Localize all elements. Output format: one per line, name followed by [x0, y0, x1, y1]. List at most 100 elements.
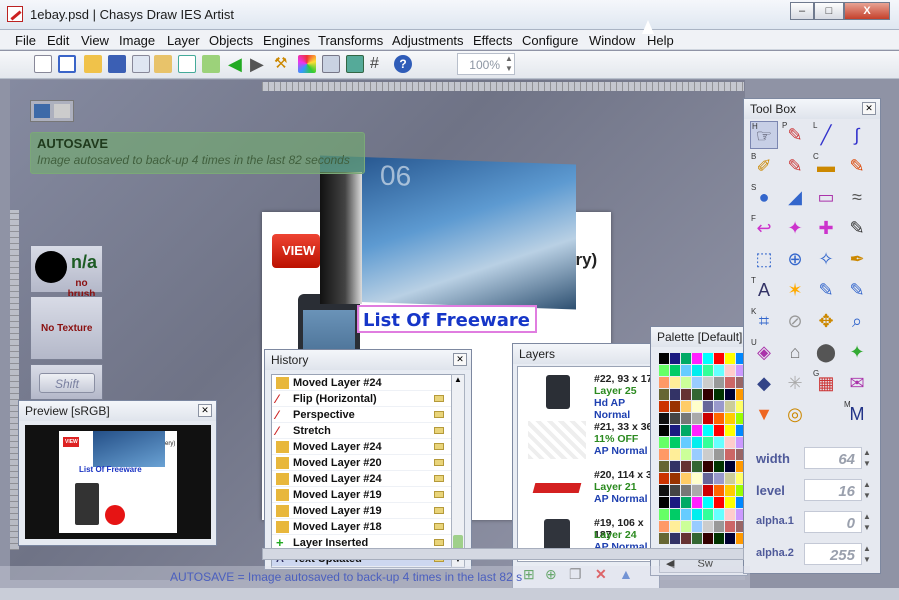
palette-swatch[interactable] — [692, 449, 702, 460]
palette-swatch[interactable] — [670, 425, 680, 436]
palette-swatch[interactable] — [692, 401, 702, 412]
close-button[interactable]: X — [844, 2, 890, 20]
palette-swatch[interactable] — [703, 389, 713, 400]
palette-swatch[interactable] — [714, 365, 724, 376]
history-row[interactable]: Moved Layer #24 — [272, 439, 452, 455]
layer-item[interactable]: #22, 93 x 173 Layer 25 Hd AP Normal — [524, 369, 660, 421]
palette-swatch[interactable] — [670, 353, 680, 364]
palette-swatch[interactable] — [659, 401, 669, 412]
tool-button[interactable]: ◢ — [781, 183, 809, 211]
palette-swatch[interactable] — [725, 521, 735, 532]
palette-swatch[interactable] — [714, 389, 724, 400]
tool-button[interactable]: ✦ — [843, 338, 871, 366]
tool-button[interactable]: ⌂ — [781, 338, 809, 366]
palette-swatch[interactable] — [681, 497, 691, 508]
palette-swatch[interactable] — [659, 413, 669, 424]
tool-button[interactable]: ✦ — [781, 214, 809, 242]
hammer-icon[interactable]: ⚒ — [274, 55, 292, 73]
palette-swatch[interactable] — [670, 533, 680, 544]
palette-swatch[interactable] — [692, 521, 702, 532]
menu-help[interactable]: Help — [647, 33, 674, 48]
open-folder-icon[interactable] — [84, 55, 102, 73]
palette-swatch[interactable] — [703, 461, 713, 472]
tool-button[interactable]: ✶ — [781, 276, 809, 304]
paste-icon[interactable] — [154, 55, 172, 73]
palette-swatch[interactable] — [703, 365, 713, 376]
menu-view[interactable]: View — [81, 33, 109, 48]
palette-swatch[interactable] — [659, 389, 669, 400]
palette-swatch[interactable] — [714, 353, 724, 364]
palette-swatch[interactable] — [681, 413, 691, 424]
shift-button[interactable]: Shift — [39, 373, 95, 393]
palette-swatch[interactable] — [703, 509, 713, 520]
level-spinner[interactable]: ▲ ▼ — [862, 479, 872, 501]
image-view-icon[interactable] — [34, 104, 50, 118]
width-field[interactable]: 64 — [804, 447, 862, 469]
palette-swatch[interactable] — [714, 497, 724, 508]
palette-swatch[interactable] — [670, 389, 680, 400]
palette-swatch[interactable] — [659, 509, 669, 520]
menu-engines[interactable]: Engines — [263, 33, 310, 48]
palette-swatch[interactable] — [714, 425, 724, 436]
palette-swatch[interactable] — [725, 509, 735, 520]
tool-button[interactable]: ✎ — [781, 152, 809, 180]
tool-button[interactable]: ✧ — [812, 245, 840, 273]
palette-swatch[interactable] — [670, 485, 680, 496]
level-field[interactable]: 16 — [804, 479, 862, 501]
canvas-horizontal-scrollbar[interactable] — [262, 548, 744, 560]
alpha2-field[interactable]: 255 — [804, 543, 862, 565]
palette-swatch[interactable] — [725, 485, 735, 496]
tool-button[interactable]: ⌕ — [843, 307, 871, 335]
history-row[interactable]: ⁄ Flip (Horizontal) — [272, 391, 452, 407]
palette-swatch[interactable] — [725, 389, 735, 400]
tool-button[interactable]: ∫ — [843, 121, 871, 149]
history-row[interactable]: Moved Layer #19 — [272, 487, 452, 503]
palette-swatch[interactable] — [692, 365, 702, 376]
palette-swatch[interactable] — [703, 353, 713, 364]
alpha1-field[interactable]: 0 — [804, 511, 862, 533]
layer-item[interactable]: #20, 114 x 33 Layer 21 AP Normal — [524, 465, 660, 511]
palette-swatch[interactable] — [681, 521, 691, 532]
help-icon[interactable]: ? — [394, 55, 412, 73]
save-icon[interactable] — [108, 55, 126, 73]
tool-button[interactable]: ✎ P — [781, 121, 809, 149]
tool-button[interactable]: ▭ — [812, 183, 840, 211]
tool-button[interactable]: ✎ — [843, 152, 871, 180]
layer-item[interactable]: #21, 33 x 36 11% OFF AP Normal — [524, 417, 660, 463]
palette-swatch[interactable] — [714, 413, 724, 424]
palette-swatch[interactable] — [725, 377, 735, 388]
maximize-button[interactable]: □ — [814, 2, 844, 20]
palette-swatch[interactable] — [659, 449, 669, 460]
palette-swatch[interactable] — [670, 509, 680, 520]
palette-swatch[interactable] — [659, 521, 669, 532]
grid-icon[interactable]: # — [370, 55, 388, 73]
tool-button[interactable]: ✎ — [812, 276, 840, 304]
palette-swatch[interactable] — [670, 413, 680, 424]
tool-button[interactable]: ◎ — [781, 400, 809, 428]
history-row[interactable]: Moved Layer #19 — [272, 503, 452, 519]
history-list[interactable]: Moved Layer #24 ⁄ Flip (Horizontal) ⁄ Pers… — [271, 374, 453, 568]
history-close-button[interactable]: ✕ — [453, 353, 467, 366]
palette-swatch[interactable] — [681, 389, 691, 400]
palette-swatch[interactable] — [670, 401, 680, 412]
palette-swatch[interactable] — [681, 533, 691, 544]
minimize-button[interactable]: – — [790, 2, 814, 20]
palette-swatch[interactable] — [670, 473, 680, 484]
preview-viewport[interactable]: VIEW ery) List Of Freeware — [25, 425, 211, 539]
palette-swatch[interactable] — [714, 401, 724, 412]
palette-swatch[interactable] — [681, 401, 691, 412]
palette-swatch[interactable] — [725, 401, 735, 412]
palette-swatch[interactable] — [725, 413, 735, 424]
history-row[interactable]: Moved Layer #18 — [272, 519, 452, 535]
tool-button[interactable]: ✚ — [812, 214, 840, 242]
undo-arrow-icon[interactable]: ◀ — [228, 55, 246, 73]
palette-swatch[interactable] — [714, 461, 724, 472]
palette-swatch[interactable] — [714, 377, 724, 388]
palette-swatch[interactable] — [703, 377, 713, 388]
history-row[interactable]: Moved Layer #24 — [272, 471, 452, 487]
tool-button[interactable]: ✎ — [843, 276, 871, 304]
tool-button[interactable]: ≈ — [843, 183, 871, 211]
palette-swatch[interactable] — [681, 449, 691, 460]
palette-swatch[interactable] — [670, 365, 680, 376]
menu-configure[interactable]: Configure — [522, 33, 578, 48]
